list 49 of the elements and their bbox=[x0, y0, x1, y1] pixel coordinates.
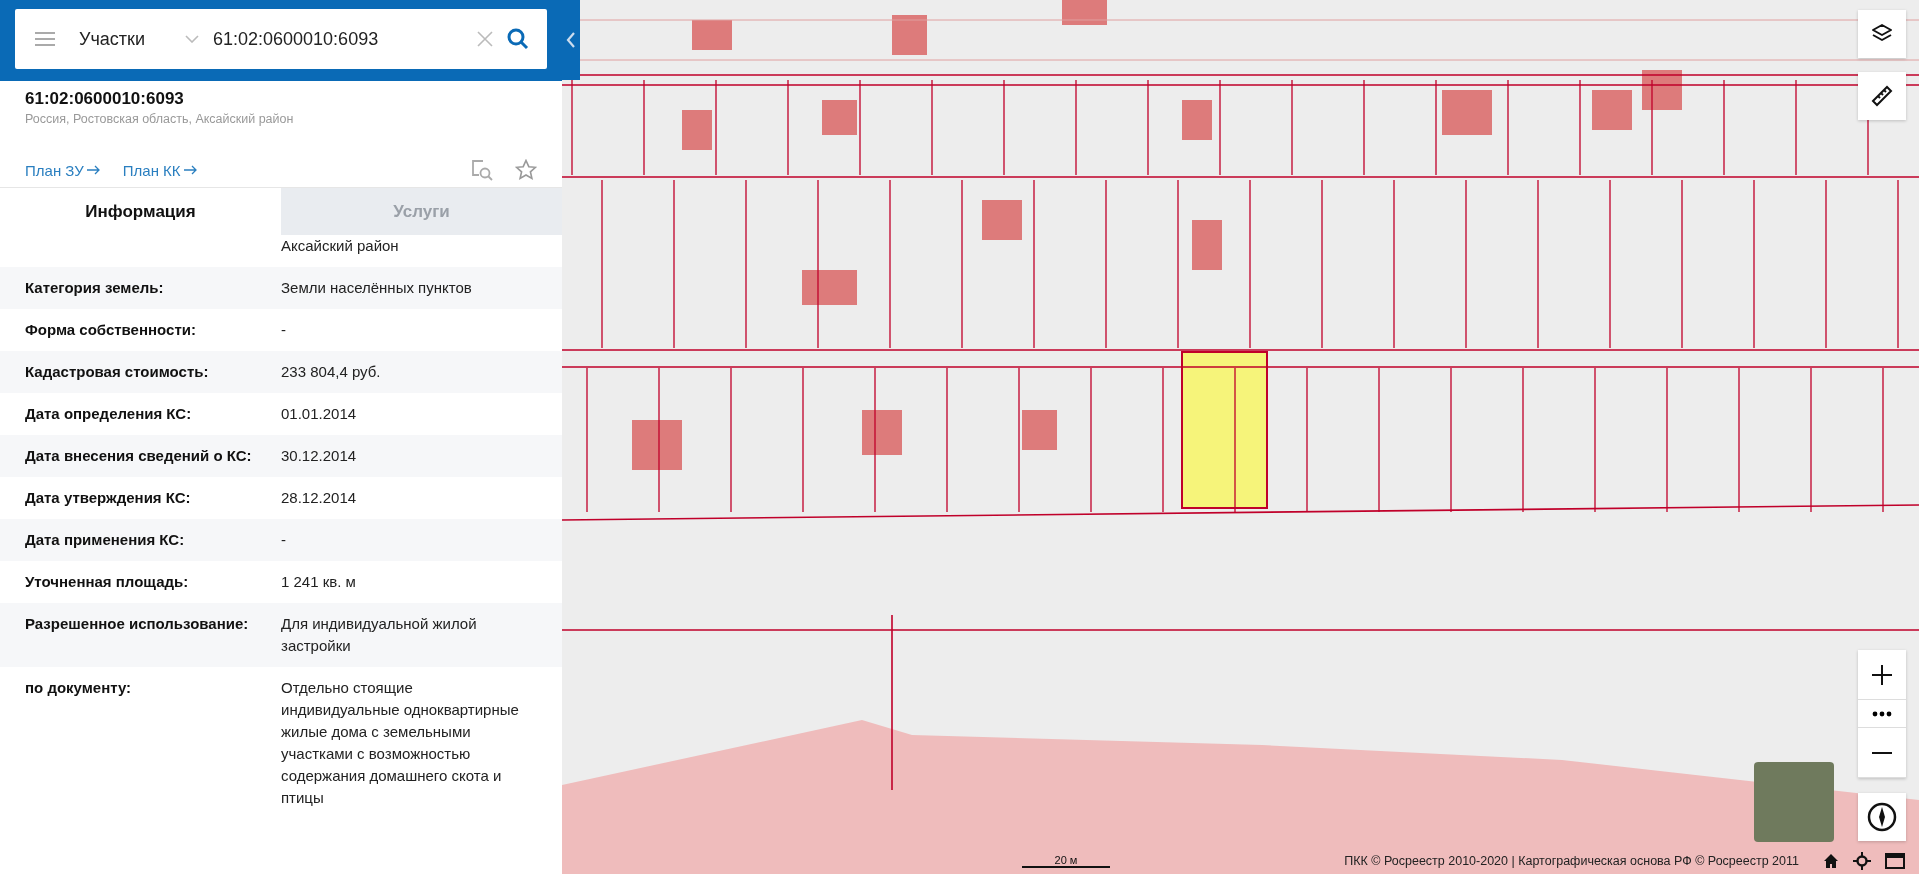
field-value: 30.12.2014 bbox=[281, 447, 357, 464]
field-value: Для индивидуальной жилой застройки bbox=[281, 615, 477, 654]
home-icon[interactable] bbox=[1823, 853, 1839, 869]
search-icon[interactable] bbox=[507, 28, 529, 50]
field-label: по документу: bbox=[25, 679, 132, 696]
field-label: Категория земель: bbox=[25, 279, 164, 296]
plan-link[interactable]: План ЗУ bbox=[25, 161, 101, 179]
field-value: 28.12.2014 bbox=[281, 489, 357, 506]
window-icon[interactable] bbox=[1885, 853, 1905, 869]
field-value: - bbox=[281, 531, 286, 548]
category-dropdown[interactable]: Участки bbox=[69, 28, 199, 50]
plan-link[interactable]: План КК bbox=[122, 161, 198, 179]
field-value: Земли населённых пунктов bbox=[281, 279, 472, 296]
layers-button[interactable] bbox=[1858, 10, 1906, 58]
field-label: Кадастровая стоимость: bbox=[25, 363, 209, 380]
field-value: Отдельно стоящие индивидуальные одноквартирные жилые дома с земельными участками с возможностью содержания домашнего скота и птицы bbox=[281, 679, 519, 806]
ruler-button[interactable] bbox=[1858, 72, 1906, 120]
parcel-address: Россия, Ростовская область, Аксайский район bbox=[25, 112, 295, 126]
field-label: Дата применения КС: bbox=[25, 531, 185, 548]
more-button[interactable] bbox=[1858, 700, 1906, 728]
field-label: Уточненная площадь: bbox=[25, 573, 189, 590]
field-value: 233 804,4 руб. bbox=[281, 363, 381, 380]
compass-icon bbox=[1867, 802, 1897, 832]
collapse-panel-button[interactable] bbox=[562, 0, 580, 80]
field-value: Аксайский район bbox=[281, 237, 399, 254]
star-icon[interactable] bbox=[515, 159, 537, 181]
field-value: 1 241 кв. м bbox=[281, 573, 356, 590]
satellite-thumbnail[interactable] bbox=[1754, 762, 1834, 842]
field-label: Дата утверждения КС: bbox=[25, 489, 191, 506]
arrow-right-icon bbox=[86, 165, 101, 175]
field-label: Дата определения КС: bbox=[25, 405, 192, 422]
more-icon bbox=[1872, 710, 1892, 717]
ruler-icon bbox=[1870, 84, 1894, 108]
field-label: Разрешенное использование: bbox=[25, 615, 249, 632]
field-label: Форма собственности: bbox=[25, 321, 196, 338]
chevron-down-icon bbox=[185, 35, 199, 43]
chevron-left-icon bbox=[566, 32, 576, 48]
compass-button[interactable] bbox=[1858, 793, 1906, 841]
scale-label: 20 м bbox=[1054, 854, 1078, 866]
arrow-right-icon bbox=[183, 165, 198, 175]
parcel-number: 61:02:0600010:6093 bbox=[25, 89, 185, 109]
field-value: - bbox=[281, 321, 286, 338]
field-value: 01.01.2014 bbox=[281, 405, 357, 422]
field-label: Дата внесения сведений о КС: bbox=[25, 447, 252, 464]
zoom-in-button[interactable] bbox=[1858, 650, 1906, 700]
minus-icon bbox=[1871, 750, 1893, 755]
crosshair-icon[interactable] bbox=[1853, 852, 1871, 870]
attribution-text: ПКК © Росреестр 2010-2020 | Картографическая основа РФ © Росреестр 2011 bbox=[1343, 854, 1799, 868]
plus-icon bbox=[1871, 663, 1893, 686]
